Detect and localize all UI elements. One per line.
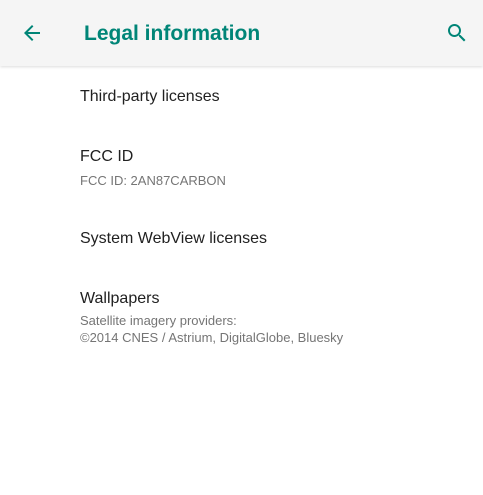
pref-wallpapers[interactable]: Wallpapers Satellite imagery providers: … (0, 272, 483, 362)
pref-title: FCC ID (80, 148, 134, 165)
back-button[interactable] (16, 17, 48, 49)
pref-title: Wallpapers (80, 290, 160, 307)
pref-title: System WebView licenses (80, 230, 268, 247)
pref-system-webview-licenses[interactable]: System WebView licenses (0, 206, 483, 272)
pref-summary-line-2: ©2014 CNES / Astrium, DigitalGlobe, Blue… (80, 330, 344, 345)
pref-summary: FCC ID: 2AN87CARBON (80, 173, 226, 188)
arrow-back-icon (24, 25, 40, 41)
pref-third-party-licenses[interactable]: Third-party licenses (0, 66, 483, 130)
pref-summary-line-1: Satellite imagery providers: (80, 313, 237, 328)
pref-fcc-id[interactable]: FCC ID FCC ID: 2AN87CARBON (0, 130, 483, 206)
page-title: Legal information (84, 22, 261, 45)
pref-title: Third-party licenses (80, 88, 220, 105)
search-icon (448, 24, 466, 42)
app-bar: Legal information (0, 0, 483, 66)
search-button[interactable] (441, 17, 473, 49)
